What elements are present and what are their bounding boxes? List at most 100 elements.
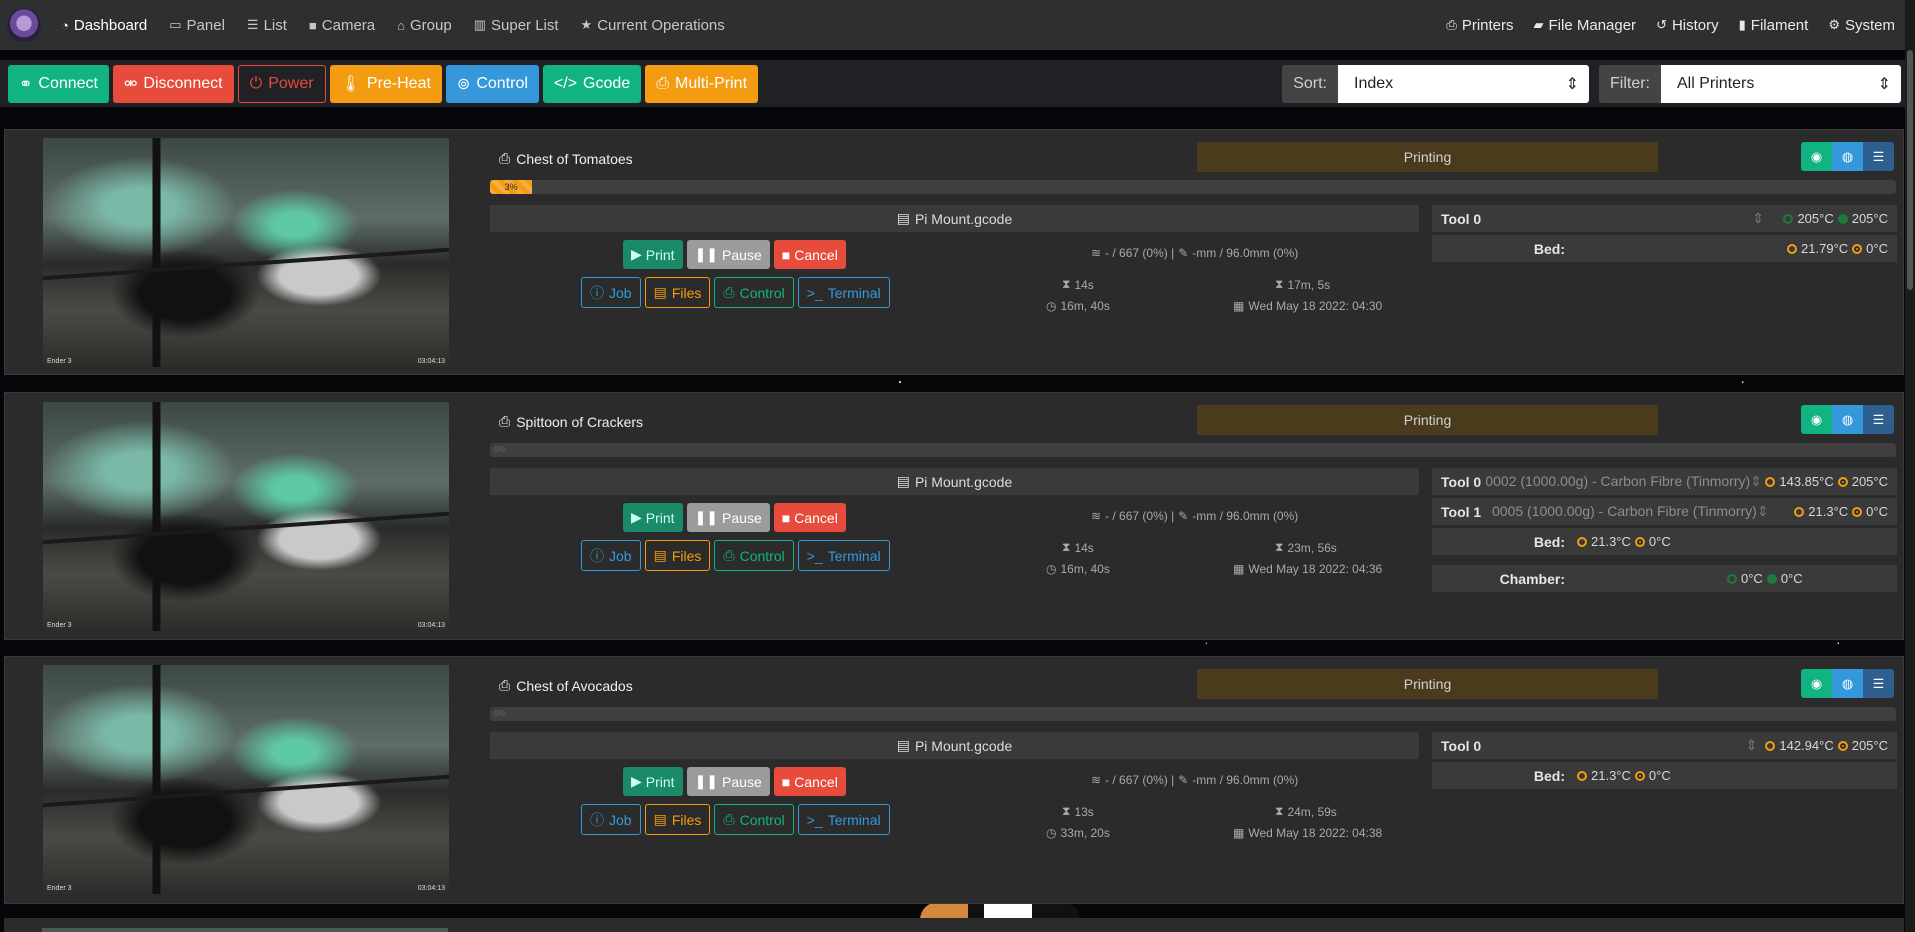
pause-button[interactable]: ❚❚ Pause bbox=[686, 503, 770, 532]
multiprint-button[interactable]: ⎙ Multi-Print bbox=[645, 64, 759, 103]
files-button[interactable]: ▤ Files bbox=[644, 277, 711, 308]
nav-printers[interactable]: ⎙ Printers bbox=[1446, 17, 1513, 34]
files-button[interactable]: ▤ Files bbox=[644, 540, 711, 571]
button-label: Print bbox=[645, 246, 675, 263]
actual-temp-icon bbox=[1783, 213, 1794, 224]
job-button[interactable]: ⓘ Job bbox=[581, 540, 641, 571]
web-icon[interactable]: ◍ bbox=[1832, 405, 1863, 434]
button-label: Pause bbox=[722, 509, 762, 526]
list-icon: ☰ bbox=[246, 17, 259, 32]
nav-label: Group bbox=[410, 16, 452, 34]
ruler-icon: ✎ bbox=[1178, 773, 1189, 787]
toggle-icon[interactable]: ◉ bbox=[1801, 669, 1832, 698]
spool-select[interactable]: ⇕ bbox=[1485, 737, 1765, 754]
power-button[interactable]: ⏻ Power bbox=[237, 64, 326, 103]
clock-icon: ◷ bbox=[1046, 299, 1057, 313]
nav-panel[interactable]: ▭ Panel bbox=[169, 17, 225, 34]
stop-icon: ■ bbox=[781, 773, 791, 790]
target-temp: 205°C bbox=[1851, 211, 1888, 226]
nav-label: File Manager bbox=[1548, 16, 1637, 34]
octofarm-logo[interactable] bbox=[7, 8, 41, 42]
page-scrollbar[interactable] bbox=[1905, 0, 1915, 932]
filter-select[interactable]: All Printers ⇕ bbox=[1661, 64, 1901, 103]
cancel-button[interactable]: ■ Cancel bbox=[773, 503, 846, 532]
disconnect-button[interactable]: ⚮ Disconnect bbox=[113, 64, 234, 103]
bed-row: Bed: 21.79°C 0°C bbox=[1432, 235, 1897, 262]
target-temp-icon bbox=[1837, 213, 1848, 224]
camera-feed[interactable]: Ender 3 03:04:13 bbox=[43, 402, 449, 631]
spool-text: 0002 (1000.00g) - Carbon Fibre (Tinmorry… bbox=[1485, 473, 1751, 489]
cancel-button[interactable]: ■ Cancel bbox=[773, 240, 846, 269]
nav-group[interactable]: ⌂ Group bbox=[397, 17, 452, 34]
connect-button[interactable]: ⚭ Connect bbox=[8, 64, 109, 103]
camera-feed[interactable]: Ender 3 03:04:13 bbox=[43, 138, 449, 367]
terminal-button[interactable]: >_ Terminal bbox=[797, 540, 890, 571]
filter-label: Filter: bbox=[1599, 64, 1661, 103]
elapsed-time: ⧗ 13s bbox=[1062, 804, 1094, 819]
spool-select[interactable]: 0002 (1000.00g) - Carbon Fibre (Tinmorry… bbox=[1485, 473, 1765, 490]
hourglass-icon: ⧗ bbox=[1062, 277, 1071, 291]
control-button[interactable]: ⊚ Control bbox=[445, 64, 539, 103]
nav-super-list[interactable]: ▥ Super List bbox=[474, 17, 559, 34]
layers-icon: ≋ bbox=[1091, 246, 1102, 260]
toggle-icon[interactable]: ◉ bbox=[1801, 405, 1832, 434]
print-button[interactable]: ▶ Print bbox=[623, 503, 683, 532]
nav-filament[interactable]: ▮ Filament bbox=[1739, 17, 1809, 34]
tool-label: Tool 0 bbox=[1441, 473, 1482, 490]
nav-file-manager[interactable]: ▰ File Manager bbox=[1534, 17, 1637, 34]
button-label: Cancel bbox=[794, 773, 838, 790]
cancel-button[interactable]: ■ Cancel bbox=[773, 767, 846, 796]
stop-icon: ■ bbox=[781, 509, 791, 526]
nav-history[interactable]: ↺ History bbox=[1656, 17, 1719, 34]
menu-icon[interactable]: ☰ bbox=[1863, 669, 1894, 698]
camera-feed[interactable]: Ender 3 03:04:13 bbox=[43, 665, 449, 894]
nav-label: Printers bbox=[1461, 16, 1514, 34]
pause-button[interactable]: ❚❚ Pause bbox=[686, 767, 770, 796]
control-card-button[interactable]: ⎙ Control bbox=[714, 540, 794, 571]
calendar-icon: ▦ bbox=[1233, 562, 1245, 576]
terminal-button[interactable]: >_ Terminal bbox=[797, 804, 890, 835]
printer-icon: ⎙ bbox=[723, 811, 735, 827]
calendar-icon: ▦ bbox=[1233, 299, 1245, 313]
menu-icon[interactable]: ☰ bbox=[1863, 405, 1894, 434]
terminal-icon: >_ bbox=[806, 547, 823, 564]
sort-select[interactable]: Index ⇕ bbox=[1338, 64, 1589, 103]
control-card-button[interactable]: ⎙ Control bbox=[714, 804, 794, 835]
toggle-icon[interactable]: ◉ bbox=[1801, 142, 1832, 171]
gcode-button[interactable]: </> Gcode bbox=[542, 64, 642, 103]
actual-temp: 21.79°C bbox=[1801, 241, 1849, 256]
nav-label: Panel bbox=[186, 16, 225, 34]
eta: ▦ Wed May 18 2022: 04:30 bbox=[1233, 299, 1382, 313]
button-label: Gcode bbox=[583, 74, 631, 92]
print-button[interactable]: ▶ Print bbox=[623, 767, 683, 796]
web-icon[interactable]: ◍ bbox=[1832, 669, 1863, 698]
file-name: ▤ Pi Mount.gcode bbox=[490, 205, 1419, 232]
web-icon[interactable]: ◍ bbox=[1832, 142, 1863, 171]
nav-system[interactable]: ⚙ System bbox=[1828, 17, 1895, 34]
spool-select[interactable]: ⇕ bbox=[1492, 210, 1772, 227]
nav-dashboard[interactable]: ◔ Dashboard bbox=[61, 17, 147, 34]
preheat-button[interactable]: 🌡 Pre-Heat bbox=[329, 64, 442, 103]
tool-label: Tool 1 bbox=[1441, 503, 1482, 520]
file-icon: ▤ bbox=[896, 473, 910, 489]
menu-icon[interactable]: ☰ bbox=[1863, 142, 1894, 171]
print-button[interactable]: ▶ Print bbox=[623, 240, 683, 269]
terminal-button[interactable]: >_ Terminal bbox=[797, 277, 890, 308]
spool-select[interactable]: 0005 (1000.00g) - Carbon Fibre (Tinmorry… bbox=[1492, 503, 1772, 520]
control-card-button[interactable]: ⎙ Control bbox=[714, 277, 794, 308]
job-button[interactable]: ⓘ Job bbox=[581, 804, 641, 835]
height-text: -mm / 96.0mm (0%) bbox=[1192, 773, 1299, 787]
dashboard-icon: ◔ bbox=[61, 17, 69, 33]
progress-bar: 0% bbox=[490, 707, 1896, 721]
nav-list[interactable]: ☰ List bbox=[247, 17, 287, 34]
pause-button[interactable]: ❚❚ Pause bbox=[686, 240, 770, 269]
scrollbar-thumb[interactable] bbox=[1907, 50, 1913, 290]
nav-camera[interactable]: ■ Camera bbox=[309, 17, 375, 34]
button-label: Control bbox=[739, 284, 785, 301]
hourglass-icon: ⧗ bbox=[1062, 540, 1071, 554]
job-button[interactable]: ⓘ Job bbox=[581, 277, 641, 308]
filter-value: All Printers bbox=[1677, 74, 1755, 92]
nav-current-operations[interactable]: ★ Current Operations bbox=[581, 17, 725, 34]
files-button[interactable]: ▤ Files bbox=[644, 804, 711, 835]
nav-label: Camera bbox=[321, 16, 376, 34]
